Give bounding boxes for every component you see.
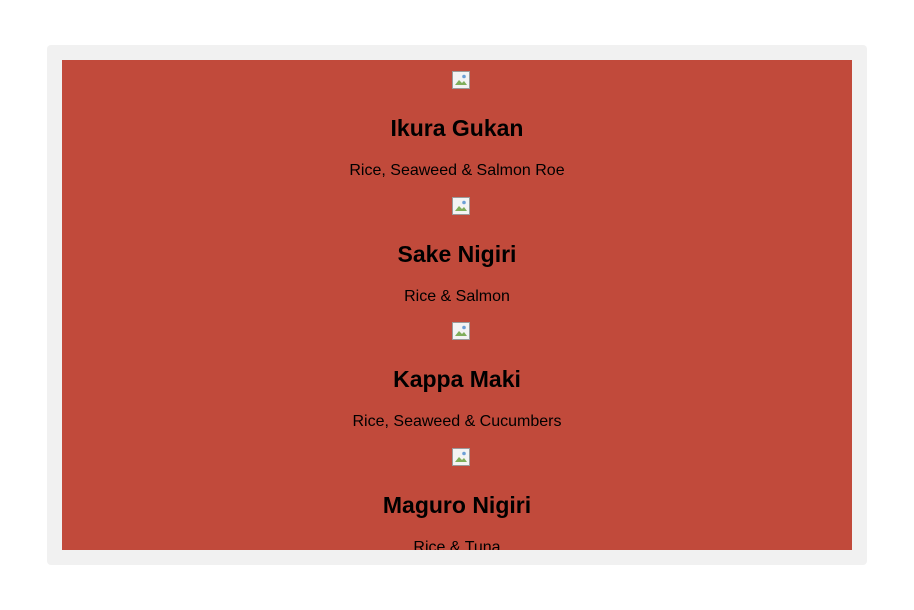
menu-item-maguro-nigiri: Maguro Nigiri Rice & Tuna xyxy=(62,437,852,551)
menu-item-name: Maguro Nigiri xyxy=(382,491,532,518)
menu-item-ikura-gukan: Ikura Gukan Rice, Seaweed & Salmon Roe xyxy=(62,60,852,186)
menu-item-name: Ikura Gukan xyxy=(390,115,524,141)
menu-item-name: Kappa Maki xyxy=(393,366,521,392)
broken-image-icon xyxy=(452,71,470,89)
menu-item-name: Sake Nigiri xyxy=(397,240,517,267)
broken-image-icon xyxy=(452,447,470,466)
menu-item-description: Rice, Seaweed & Salmon Roe xyxy=(349,162,565,179)
menu-item-kappa-maki: Kappa Maki Rice, Seaweed & Cucumbers xyxy=(62,311,852,437)
menu-list: Ikura Gukan Rice, Seaweed & Salmon Roe S… xyxy=(62,60,852,550)
menu-item-description: Rice, Seaweed & Cucumbers xyxy=(352,413,562,430)
menu-item-description: Rice & Tuna xyxy=(413,538,501,551)
broken-image-icon xyxy=(452,322,470,340)
preview-frame: Ikura Gukan Rice, Seaweed & Salmon Roe S… xyxy=(47,45,867,565)
menu-panel[interactable]: Ikura Gukan Rice, Seaweed & Salmon Roe S… xyxy=(62,60,852,550)
broken-image-icon xyxy=(452,196,470,215)
menu-item-description: Rice & Salmon xyxy=(404,287,510,305)
menu-item-sake-nigiri: Sake Nigiri Rice & Salmon xyxy=(62,186,852,312)
